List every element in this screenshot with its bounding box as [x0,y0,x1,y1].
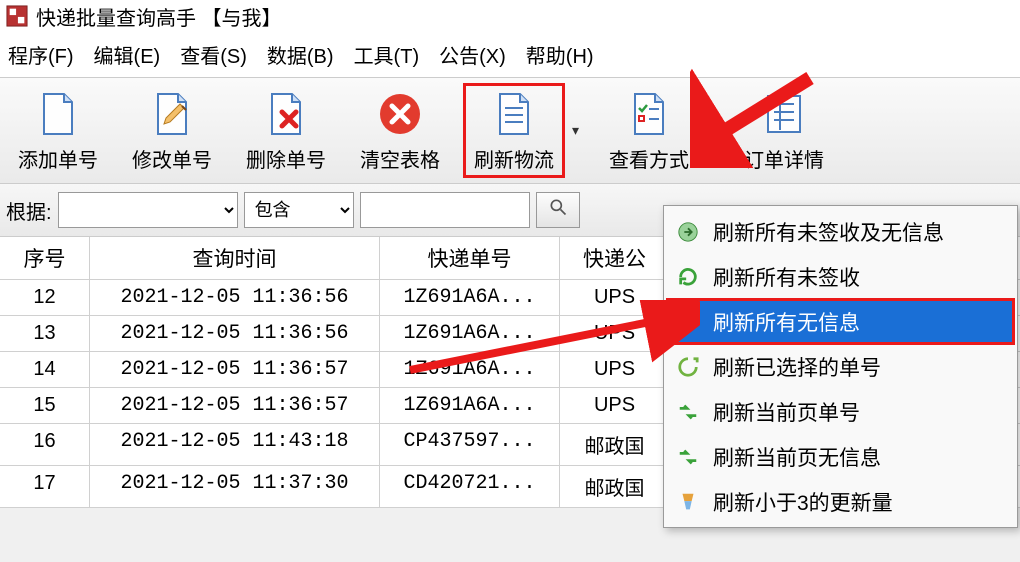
cell-time: 2021-12-05 11:43:18 [90,424,380,465]
menu-program[interactable]: 程序(F) [2,38,80,71]
refresh-icon [675,264,701,290]
cell-track: 1Z691A6A... [380,352,560,387]
menu-edit[interactable]: 编辑(E) [88,38,167,71]
add-number-button[interactable]: 添加单号 [8,84,108,177]
context-menu-label: 刷新所有未签收 [713,262,860,292]
view-mode-label: 查看方式 [609,144,689,173]
refresh-logistics-label: 刷新物流 [474,144,554,173]
context-menu-item[interactable]: 刷新已选择的单号 [667,344,1014,389]
filter-value-input[interactable] [360,192,530,228]
cell-seq: 15 [0,388,90,423]
document-list-icon [488,88,540,140]
delete-number-button[interactable]: 删除单号 [236,84,336,177]
context-menu-item[interactable]: 刷新当前页单号 [667,389,1014,434]
cell-track: CP437597... [380,424,560,465]
context-menu-item[interactable]: 刷新所有未签收 [667,254,1014,299]
toolbar: 添加单号 修改单号 删除单号 清空 [0,77,1020,184]
cell-track: 1Z691A6A... [380,280,560,315]
menu-view[interactable]: 查看(S) [174,38,253,71]
menu-help[interactable]: 帮助(H) [520,38,600,71]
refresh-icon [675,219,701,245]
cell-seq: 17 [0,466,90,507]
checklist-icon [623,88,675,140]
cell-carrier: UPS [560,280,670,315]
menu-data[interactable]: 数据(B) [261,38,340,71]
cell-time: 2021-12-05 11:36:56 [90,280,380,315]
document-delete-icon [260,88,312,140]
refresh-icon [675,489,701,515]
detail-icon [758,88,810,140]
filter-label: 根据: [6,196,52,225]
col-track[interactable]: 快递单号 [380,237,560,279]
cell-carrier: UPS [560,352,670,387]
search-icon [548,197,568,223]
app-icon [6,5,28,27]
cell-seq: 13 [0,316,90,351]
context-menu-item[interactable]: 刷新小于3的更新量 [667,479,1014,524]
document-icon [32,88,84,140]
cell-track: 1Z691A6A... [380,316,560,351]
filter-op-select[interactable]: 包含 [244,192,354,228]
document-edit-icon [146,88,198,140]
app-title: 快递批量查询高手 【与我】 [36,2,282,31]
add-number-label: 添加单号 [18,144,98,173]
cell-carrier: 邮政国 [560,424,670,465]
search-button[interactable] [536,192,580,228]
context-menu-item[interactable]: 刷新当前页无信息 [667,434,1014,479]
context-menu-label: 刷新所有未签收及无信息 [713,217,944,247]
delete-number-label: 删除单号 [246,144,326,173]
menu-tools[interactable]: 工具(T) [348,38,426,71]
clear-table-button[interactable]: 清空表格 [350,84,450,177]
col-time[interactable]: 查询时间 [90,237,380,279]
context-menu-label: 刷新当前页无信息 [713,442,881,472]
cell-time: 2021-12-05 11:36:56 [90,316,380,351]
refresh-icon [675,354,701,380]
col-carrier[interactable]: 快递公 [560,237,670,279]
col-seq[interactable]: 序号 [0,237,90,279]
order-detail-label: 订单详情 [744,144,824,173]
filter-field-select[interactable] [58,192,238,228]
context-menu-item[interactable]: 刷新所有未签收及无信息 [667,209,1014,254]
cell-time: 2021-12-05 11:37:30 [90,466,380,507]
cell-time: 2021-12-05 11:36:57 [90,388,380,423]
cell-seq: 14 [0,352,90,387]
context-menu-label: 刷新小于3的更新量 [713,487,893,517]
cell-track: CD420721... [380,466,560,507]
order-detail-button[interactable]: 订单详情 [734,84,834,177]
menu-notice[interactable]: 公告(X) [433,38,512,71]
refresh-icon [675,444,701,470]
cell-time: 2021-12-05 11:36:57 [90,352,380,387]
refresh-logistics-button[interactable]: 刷新物流 [464,84,564,177]
edit-number-label: 修改单号 [132,144,212,173]
edit-number-button[interactable]: 修改单号 [122,84,222,177]
cell-carrier: 邮政国 [560,466,670,507]
menu-bar: 程序(F) 编辑(E) 查看(S) 数据(B) 工具(T) 公告(X) 帮助(H… [0,32,1020,77]
clear-table-label: 清空表格 [360,144,440,173]
clear-icon [374,88,426,140]
context-menu-item[interactable]: 刷新所有无信息 [667,299,1014,344]
refresh-icon [675,309,701,335]
context-menu-label: 刷新当前页单号 [713,397,860,427]
cell-track: 1Z691A6A... [380,388,560,423]
cell-carrier: UPS [560,316,670,351]
cell-seq: 12 [0,280,90,315]
context-menu-label: 刷新已选择的单号 [713,352,881,382]
refresh-dropdown-icon[interactable]: ▾ [572,122,579,139]
view-mode-button[interactable]: 查看方式 [599,84,699,177]
cell-carrier: UPS [560,388,670,423]
context-menu-label: 刷新所有无信息 [713,307,860,337]
cell-seq: 16 [0,424,90,465]
viewmode-dropdown-icon[interactable]: ▾ [707,122,714,139]
title-bar: 快递批量查询高手 【与我】 [0,0,1020,32]
refresh-context-menu: 刷新所有未签收及无信息刷新所有未签收刷新所有无信息刷新已选择的单号刷新当前页单号… [663,205,1018,528]
refresh-icon [675,399,701,425]
